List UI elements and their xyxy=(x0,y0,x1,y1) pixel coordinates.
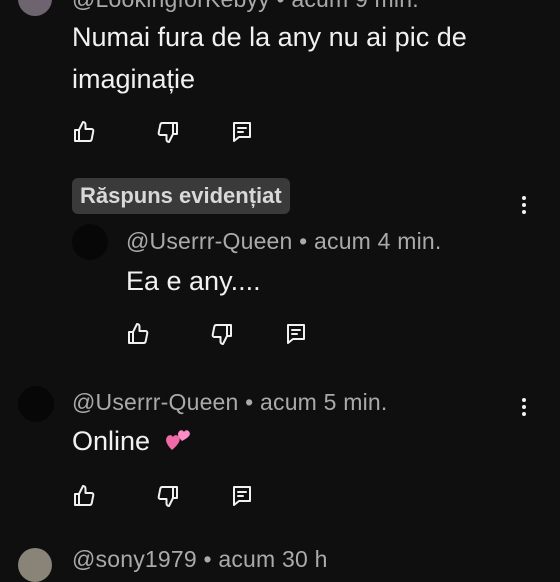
more-options-button[interactable] xyxy=(514,392,534,422)
like-button[interactable] xyxy=(70,482,98,510)
author-name[interactable]: @sony1979 xyxy=(72,546,197,572)
like-button[interactable] xyxy=(124,320,152,348)
thumbs-down-icon xyxy=(157,122,178,143)
dislike-button[interactable] xyxy=(208,320,236,348)
dot xyxy=(522,412,526,416)
thumbs-up-icon xyxy=(74,485,95,506)
thumbs-down-icon xyxy=(157,486,178,507)
author-name[interactable]: @Userrr-Queen xyxy=(126,228,293,254)
avatar[interactable] xyxy=(18,0,52,16)
comment-meta: @LookingforKebyy • acum 9 min. xyxy=(72,0,419,13)
comment-text: Ea e any.... xyxy=(126,266,261,296)
dot xyxy=(522,210,526,214)
avatar[interactable] xyxy=(18,386,54,422)
comment-meta: @Userrr-Queen • acum 4 min. xyxy=(126,228,441,255)
comment-text-line: imaginație xyxy=(72,64,196,94)
author-name[interactable]: @LookingforKebyy xyxy=(72,0,270,12)
dot xyxy=(522,203,526,207)
comment-text-line: Numai fura de la any nu ai pic de xyxy=(72,22,467,52)
separator: • xyxy=(299,228,308,254)
dislike-button[interactable] xyxy=(154,482,182,510)
reply-icon xyxy=(287,324,305,344)
avatar[interactable] xyxy=(18,548,52,582)
reply-button[interactable] xyxy=(282,320,310,348)
like-button[interactable] xyxy=(70,118,98,146)
comment-meta: @Userrr-Queen • acum 5 min. xyxy=(72,389,387,416)
separator: • xyxy=(203,546,212,572)
timestamp: acum 9 min. xyxy=(291,0,418,12)
separator: • xyxy=(245,389,254,415)
reply-button[interactable] xyxy=(228,118,256,146)
thumbs-up-icon xyxy=(128,323,149,344)
timestamp: acum 5 min. xyxy=(260,389,388,415)
timestamp: acum 30 h xyxy=(218,546,328,572)
dot xyxy=(522,196,526,200)
reply-button[interactable] xyxy=(228,482,256,510)
reply-icon xyxy=(233,486,251,506)
two-hearts-icon xyxy=(165,430,190,450)
highlighted-reply-badge: Răspuns evidențiat xyxy=(72,178,290,214)
comment-text: Online xyxy=(72,420,192,462)
separator: • xyxy=(276,0,284,12)
dot xyxy=(522,405,526,409)
reply-icon xyxy=(233,122,251,142)
timestamp: acum 4 min. xyxy=(314,228,442,254)
more-options-button[interactable] xyxy=(514,190,534,220)
comment-text: Numai fura de la any nu ai pic de imagin… xyxy=(72,16,542,100)
avatar[interactable] xyxy=(72,224,108,260)
thumbs-up-icon xyxy=(74,121,95,142)
thumbs-down-icon xyxy=(211,324,232,345)
dot xyxy=(522,398,526,402)
author-name[interactable]: @Userrr-Queen xyxy=(72,389,239,415)
comment-text-content: Online xyxy=(72,426,151,456)
dislike-button[interactable] xyxy=(154,118,182,146)
